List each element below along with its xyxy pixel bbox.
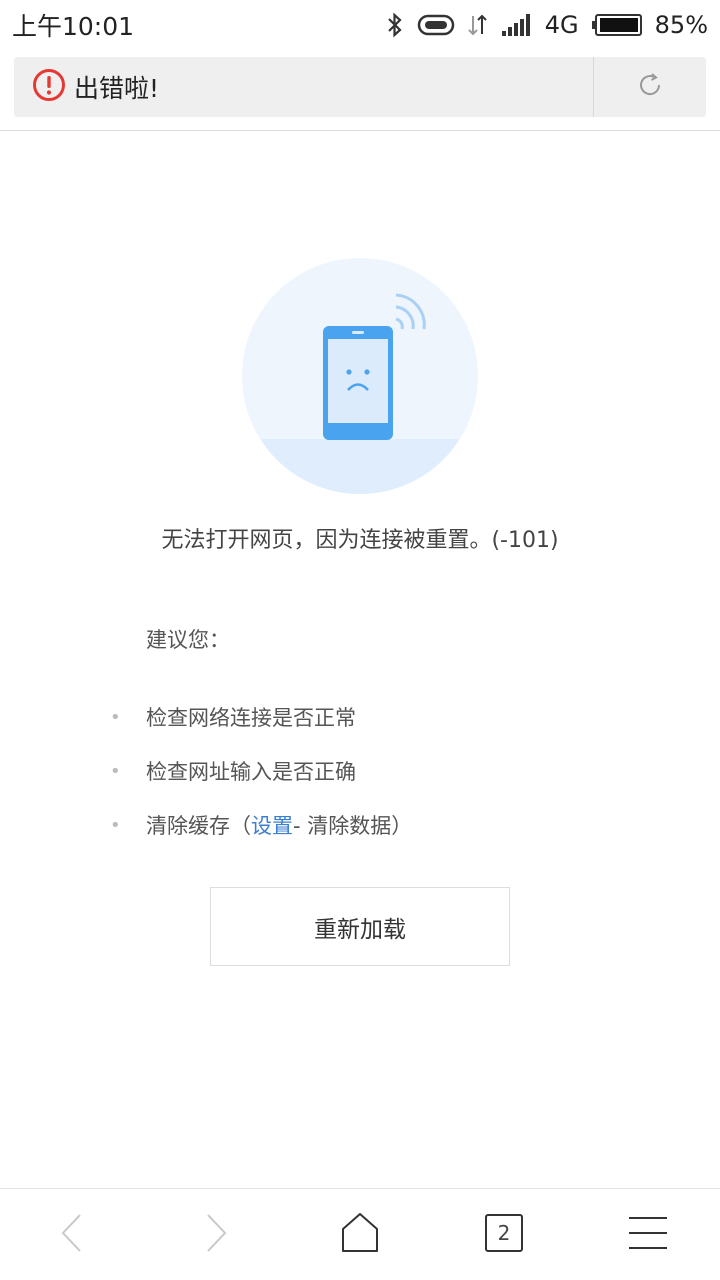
suggestion-text: 清除缓存（	[146, 814, 251, 838]
status-time: 上午10:01	[12, 12, 135, 41]
home-button[interactable]	[288, 1189, 432, 1280]
suggestion-text: 检查网址输入是否正确	[146, 760, 356, 784]
error-message: 无法打开网页，因为连接被重置。(-101)	[161, 528, 559, 553]
bluetooth-icon	[385, 12, 405, 38]
chevron-right-icon	[202, 1213, 230, 1257]
hd-voice-icon	[417, 12, 455, 38]
suggestion-text: - 清除数据）	[293, 814, 413, 838]
suggestion-text: 检查网络连接是否正常	[146, 706, 356, 730]
battery-level: 85%	[654, 11, 708, 39]
suggestions-title: 建议您：	[146, 628, 230, 652]
settings-link[interactable]: 设置	[251, 810, 293, 840]
home-icon	[340, 1212, 380, 1258]
battery-icon	[591, 13, 643, 37]
refresh-button[interactable]	[594, 57, 706, 117]
page-title: 出错啦!	[74, 74, 160, 103]
address-bar[interactable]: 出错啦!	[14, 57, 706, 117]
network-type: 4G	[544, 11, 579, 39]
bottom-nav: 2	[0, 1189, 720, 1280]
bullet: •	[110, 814, 121, 836]
refresh-icon	[635, 70, 665, 104]
list-item: • 检查网络连接是否正常	[110, 690, 412, 744]
signal-icon	[501, 13, 533, 37]
menu-icon	[628, 1215, 668, 1255]
bullet: •	[110, 760, 121, 782]
bullet: •	[110, 706, 121, 728]
status-bar: 上午10:01 4G 85%	[0, 0, 720, 50]
page-title-area[interactable]: 出错啦!	[14, 68, 593, 106]
tabs-icon: 2	[484, 1213, 524, 1257]
tab-count: 2	[498, 1221, 511, 1245]
menu-button[interactable]	[576, 1189, 720, 1280]
back-button[interactable]	[0, 1189, 144, 1280]
forward-button[interactable]	[144, 1189, 288, 1280]
no-connection-illustration	[241, 257, 479, 495]
status-icons: 4G 85%	[385, 11, 708, 39]
data-transfer-icon	[467, 12, 489, 38]
error-icon	[32, 68, 66, 106]
header-divider	[0, 130, 720, 131]
list-item: • 检查网址输入是否正确	[110, 744, 412, 798]
reload-button[interactable]: 重新加载	[210, 887, 510, 966]
chevron-left-icon	[58, 1213, 86, 1257]
tabs-button[interactable]: 2	[432, 1189, 576, 1280]
suggestions-list: • 检查网络连接是否正常 • 检查网址输入是否正确 • 清除缓存（ 设置 - 清除…	[110, 690, 412, 852]
list-item: • 清除缓存（ 设置 - 清除数据）	[110, 798, 412, 852]
